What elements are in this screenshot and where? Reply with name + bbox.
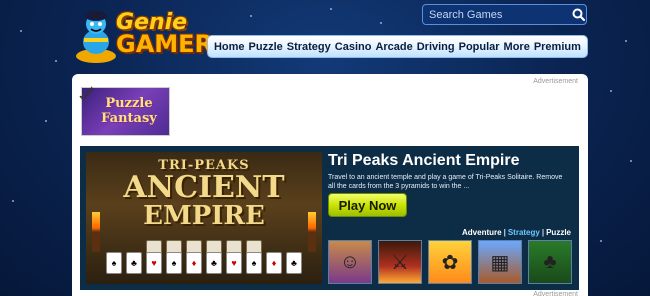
card-icon: ♠ xyxy=(166,252,182,274)
card-icon: ♣ xyxy=(206,252,222,274)
featured-game-image[interactable]: TRI-PEAKS ANCIENT EMPIRE ♠ ♣ ♥ ♠ ♦ ♣ ♥ ♠… xyxy=(86,152,322,284)
content-panel: Advertisement Puzzle Fantasy New TRI-PEA… xyxy=(72,74,588,296)
logo-wordmark: Genie GAMER xyxy=(116,12,214,58)
nav-casino[interactable]: Casino xyxy=(335,41,372,53)
featured-image-title: TRI-PEAKS ANCIENT EMPIRE xyxy=(86,158,322,229)
logo-line2: GAMER xyxy=(116,30,214,58)
featured-image-title-line3: EMPIRE xyxy=(143,201,265,231)
character-icon: ☺ xyxy=(339,250,361,273)
frog-icon: ✿ xyxy=(441,251,459,274)
game-thumbnail[interactable]: ✿ xyxy=(428,240,472,284)
promo-game-puzzle-fantasy[interactable]: Puzzle Fantasy xyxy=(81,87,170,136)
game-thumbnail[interactable]: ▦ xyxy=(478,240,522,284)
card-icon: ♦ xyxy=(266,252,282,274)
game-thumbnail[interactable]: ☺ xyxy=(328,240,372,284)
search-box xyxy=(422,4,587,25)
nav-more[interactable]: More xyxy=(504,41,530,53)
card-icon: ♥ xyxy=(146,252,162,274)
nav-arcade[interactable]: Arcade xyxy=(375,41,412,53)
card-icon: ♠ xyxy=(106,252,122,274)
category-links: Adventure | Strategy | Puzzle xyxy=(462,228,571,237)
game-thumbnail[interactable]: ♣ xyxy=(528,240,572,284)
card-icon: ♣ xyxy=(126,252,142,274)
card-row: ♠ ♣ ♥ ♠ ♦ ♣ ♥ ♠ ♦ ♣ xyxy=(106,252,302,274)
torch-icon xyxy=(308,212,316,252)
genie-icon xyxy=(76,11,116,63)
nav-strategy[interactable]: Strategy xyxy=(287,41,331,53)
category-strategy[interactable]: Strategy xyxy=(508,228,540,237)
promo-title-line2: Fantasy xyxy=(101,111,157,126)
card-icon: ♣ xyxy=(286,252,302,274)
game-thumbnail[interactable]: ⚔ xyxy=(378,240,422,284)
nav-driving[interactable]: Driving xyxy=(417,41,455,53)
ad-label-bottom: Advertisement xyxy=(533,291,578,296)
card-icon: ♠ xyxy=(246,252,262,274)
main-nav: Home Puzzle Strategy Casino Arcade Drivi… xyxy=(207,35,588,58)
card-icon: ♥ xyxy=(226,252,242,274)
ad-label: Advertisement xyxy=(533,78,578,85)
play-now-button[interactable]: Play Now xyxy=(328,193,407,217)
cards-icon: ♣ xyxy=(543,250,557,273)
search-icon[interactable] xyxy=(571,5,586,24)
featured-game-title[interactable]: Tri Peaks Ancient Empire xyxy=(328,152,519,170)
promo-title-line1: Puzzle xyxy=(105,96,153,111)
category-puzzle[interactable]: Puzzle xyxy=(546,228,571,237)
category-separator: | xyxy=(503,228,506,237)
torch-icon xyxy=(92,212,100,252)
featured-image-title-line2: ANCIENT xyxy=(123,170,285,205)
featured-game-description: Travel to an ancient temple and play a g… xyxy=(328,174,563,190)
nav-puzzle[interactable]: Puzzle xyxy=(249,41,283,53)
blocks-icon: ▦ xyxy=(490,251,510,274)
card-icon: ♦ xyxy=(186,252,202,274)
game-thumbnails: ☺ ⚔ ✿ ▦ ♣ xyxy=(328,240,572,284)
site-logo[interactable]: Genie GAMER xyxy=(72,2,213,68)
featured-game: TRI-PEAKS ANCIENT EMPIRE ♠ ♣ ♥ ♠ ♦ ♣ ♥ ♠… xyxy=(80,146,579,290)
category-adventure[interactable]: Adventure xyxy=(462,228,502,237)
warrior-icon: ⚔ xyxy=(391,251,409,274)
promo-title: Puzzle Fantasy xyxy=(94,96,164,126)
nav-popular[interactable]: Popular xyxy=(459,41,500,53)
search-input[interactable] xyxy=(429,8,571,21)
nav-home[interactable]: Home xyxy=(214,41,245,53)
category-separator: | xyxy=(541,228,545,237)
nav-premium[interactable]: Premium xyxy=(534,41,581,53)
